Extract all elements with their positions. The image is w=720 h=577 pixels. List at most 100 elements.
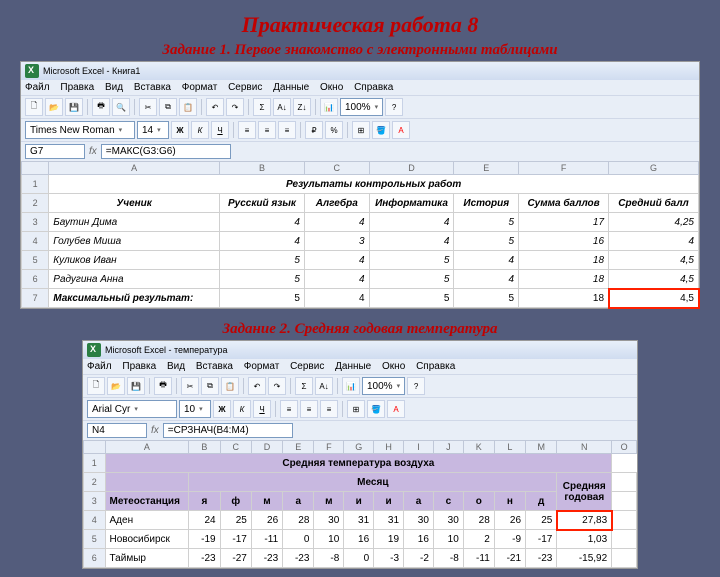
fx-icon[interactable]: fx [89, 146, 97, 157]
help-icon[interactable]: ? [385, 98, 403, 116]
col-header[interactable]: F [519, 162, 609, 175]
spreadsheet-grid[interactable]: ABCDEFGHIJKLMNO 1Средняя температура воз… [83, 440, 637, 568]
borders-icon[interactable]: ⊞ [347, 400, 365, 418]
bold-icon[interactable]: Ж [213, 400, 231, 418]
align-left-icon[interactable]: ≡ [238, 121, 256, 139]
menu-file[interactable]: Файл [25, 82, 50, 93]
currency-icon[interactable]: ₽ [305, 121, 323, 139]
sum-icon[interactable]: Σ [253, 98, 271, 116]
chart-icon[interactable]: 📊 [320, 98, 338, 116]
menu-format[interactable]: Формат [182, 82, 218, 93]
sum-icon[interactable]: Σ [295, 377, 313, 395]
menu-tools[interactable]: Сервис [228, 82, 262, 93]
new-icon[interactable]: 🗋 [25, 98, 43, 116]
table-row: 3Баутин Дима4445174,25 [22, 213, 699, 232]
align-center-icon[interactable]: ≡ [300, 400, 318, 418]
underline-icon[interactable]: Ч [253, 400, 271, 418]
font-color-icon[interactable]: A [387, 400, 405, 418]
col-header[interactable]: G [609, 162, 699, 175]
borders-icon[interactable]: ⊞ [352, 121, 370, 139]
copy-icon[interactable]: ⧉ [201, 377, 219, 395]
sort-asc-icon[interactable]: A↓ [273, 98, 291, 116]
excel-icon [25, 64, 39, 78]
fill-color-icon[interactable]: 🪣 [367, 400, 385, 418]
month-header: Месяц [189, 473, 557, 492]
table-title: Средняя температура воздуха [105, 454, 612, 473]
result-cell: 27,83 [557, 511, 612, 530]
menu-tools[interactable]: Сервис [290, 361, 324, 372]
print-icon[interactable]: 🖶 [92, 98, 110, 116]
row-header[interactable]: 1 [22, 175, 49, 194]
cut-icon[interactable]: ✂ [139, 98, 157, 116]
zoom-selector[interactable]: 100% [362, 377, 405, 395]
menu-view[interactable]: Вид [167, 361, 185, 372]
bold-icon[interactable]: Ж [171, 121, 189, 139]
undo-icon[interactable]: ↶ [206, 98, 224, 116]
table-row: 4Голубев Миша4345164 [22, 232, 699, 251]
fontsize-selector[interactable]: 14 [137, 121, 169, 139]
print-icon[interactable]: 🖶 [154, 377, 172, 395]
percent-icon[interactable]: % [325, 121, 343, 139]
sort-icon[interactable]: A↓ [315, 377, 333, 395]
col-header[interactable]: D [369, 162, 454, 175]
spreadsheet-grid[interactable]: A B C D E F G 1 Результаты контрольных р… [21, 161, 699, 308]
col-header[interactable]: E [454, 162, 519, 175]
redo-icon[interactable]: ↷ [226, 98, 244, 116]
underline-icon[interactable]: Ч [211, 121, 229, 139]
excel-window-1: Microsoft Excel - Книга1 Файл Правка Вид… [20, 61, 700, 309]
formula-input[interactable]: =МАКС(G3:G6) [101, 144, 231, 159]
menu-insert[interactable]: Вставка [134, 82, 171, 93]
save-icon[interactable]: 💾 [65, 98, 83, 116]
align-center-icon[interactable]: ≡ [258, 121, 276, 139]
menu-insert[interactable]: Вставка [196, 361, 233, 372]
menu-help[interactable]: Справка [416, 361, 455, 372]
new-icon[interactable]: 🗋 [87, 377, 105, 395]
undo-icon[interactable]: ↶ [248, 377, 266, 395]
titlebar: Microsoft Excel - Книга1 [21, 62, 699, 80]
redo-icon[interactable]: ↷ [268, 377, 286, 395]
open-icon[interactable]: 📂 [107, 377, 125, 395]
menu-edit[interactable]: Правка [60, 82, 94, 93]
menu-data[interactable]: Данные [273, 82, 309, 93]
cut-icon[interactable]: ✂ [181, 377, 199, 395]
menu-file[interactable]: Файл [87, 361, 112, 372]
formula-input[interactable]: =СРЗНАЧ(B4:M4) [163, 423, 293, 438]
col-header[interactable]: C [304, 162, 369, 175]
menu-window[interactable]: Окно [382, 361, 405, 372]
italic-icon[interactable]: К [191, 121, 209, 139]
slide-title: Практическая работа 8 [20, 12, 700, 38]
save-icon[interactable]: 💾 [127, 377, 145, 395]
paste-icon[interactable]: 📋 [221, 377, 239, 395]
name-box[interactable]: N4 [87, 423, 147, 438]
italic-icon[interactable]: К [233, 400, 251, 418]
result-cell: 4,5 [609, 289, 699, 308]
sort-desc-icon[interactable]: Z↓ [293, 98, 311, 116]
menu-help[interactable]: Справка [354, 82, 393, 93]
font-selector[interactable]: Arial Cyr [87, 400, 177, 418]
copy-icon[interactable]: ⧉ [159, 98, 177, 116]
zoom-selector[interactable]: 100% [340, 98, 383, 116]
header-cell: Информатика [369, 194, 454, 213]
font-selector[interactable]: Times New Roman [25, 121, 135, 139]
menu-view[interactable]: Вид [105, 82, 123, 93]
menu-data[interactable]: Данные [335, 361, 371, 372]
help-icon[interactable]: ? [407, 377, 425, 395]
col-header[interactable]: B [220, 162, 305, 175]
name-box[interactable]: G7 [25, 144, 85, 159]
menu-format[interactable]: Формат [244, 361, 280, 372]
preview-icon[interactable]: 🔍 [112, 98, 130, 116]
fontsize-selector[interactable]: 10 [179, 400, 211, 418]
col-header[interactable]: A [49, 162, 220, 175]
fx-icon[interactable]: fx [151, 425, 159, 436]
chart-icon[interactable]: 📊 [342, 377, 360, 395]
font-color-icon[interactable]: A [392, 121, 410, 139]
align-right-icon[interactable]: ≡ [320, 400, 338, 418]
paste-icon[interactable]: 📋 [179, 98, 197, 116]
open-icon[interactable]: 📂 [45, 98, 63, 116]
menu-edit[interactable]: Правка [122, 361, 156, 372]
header-cell: Средний балл [609, 194, 699, 213]
fill-color-icon[interactable]: 🪣 [372, 121, 390, 139]
align-right-icon[interactable]: ≡ [278, 121, 296, 139]
align-left-icon[interactable]: ≡ [280, 400, 298, 418]
menu-window[interactable]: Окно [320, 82, 343, 93]
